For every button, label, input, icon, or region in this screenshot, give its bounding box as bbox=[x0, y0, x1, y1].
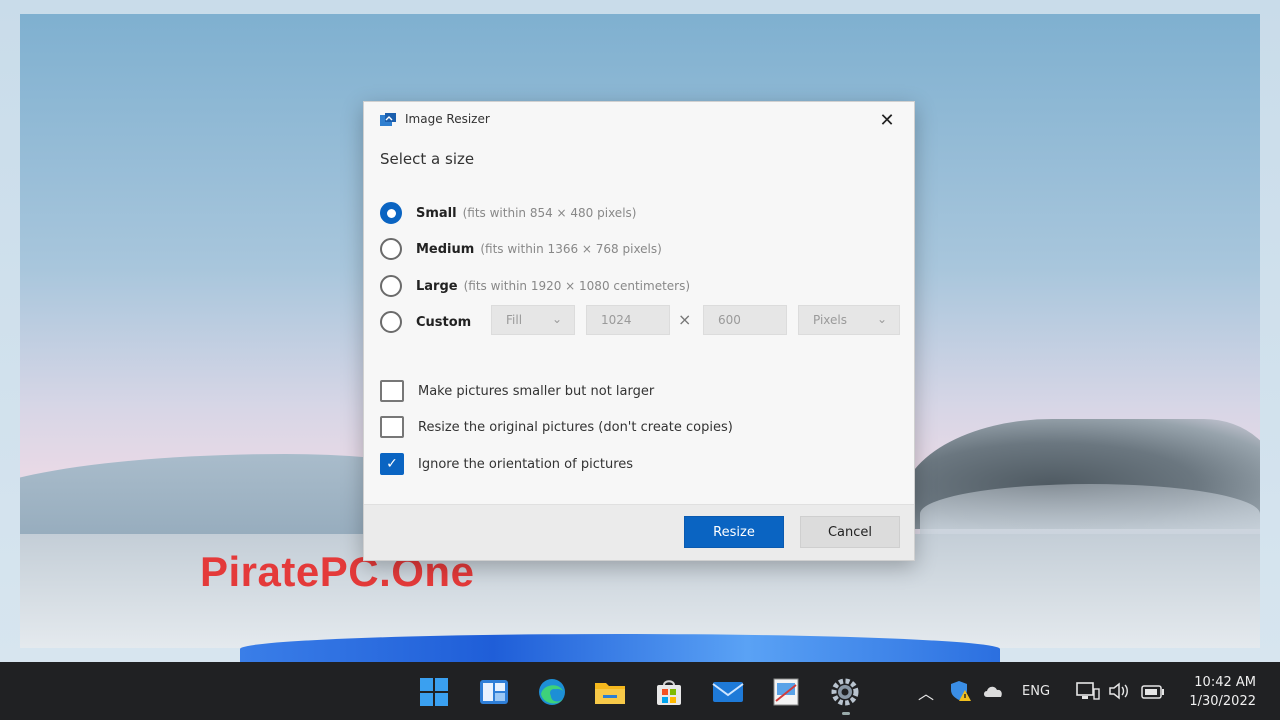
size-desc: (fits within 1920 × 1080 centimeters) bbox=[463, 279, 691, 293]
screenshot-frame: PiratePC.One Image Resizer ✕ Select a si… bbox=[0, 0, 1280, 664]
option-label: Resize the original pictures (don't crea… bbox=[418, 419, 733, 435]
image-resizer-app-icon bbox=[380, 113, 396, 126]
settings-gear-icon[interactable] bbox=[829, 676, 861, 708]
select-size-heading: Select a size bbox=[380, 150, 475, 168]
radio-small[interactable] bbox=[380, 202, 402, 224]
custom-width-input[interactable]: 1024 bbox=[586, 305, 670, 335]
size-desc: (fits within 854 × 480 pixels) bbox=[462, 206, 637, 220]
taskbar: ︿ ENG 10:42 AM 1/30/2022 bbox=[0, 662, 1280, 720]
image-editor-icon[interactable] bbox=[770, 676, 802, 708]
windows-start-icon[interactable] bbox=[418, 676, 450, 708]
resize-button[interactable]: Resize bbox=[684, 516, 784, 548]
option-label: Make pictures smaller but not larger bbox=[418, 383, 655, 399]
image-resizer-dialog: Image Resizer ✕ Select a size Small (fit… bbox=[363, 101, 915, 561]
widgets-icon[interactable] bbox=[478, 676, 510, 708]
clock-time: 10:42 AM bbox=[1194, 675, 1256, 690]
file-explorer-icon[interactable] bbox=[594, 676, 626, 708]
unit-dropdown[interactable]: Pixels ⌄ bbox=[798, 305, 900, 335]
cancel-button[interactable]: Cancel bbox=[800, 516, 900, 548]
option-resize-original[interactable]: Resize the original pictures (don't crea… bbox=[380, 415, 733, 439]
battery-icon[interactable] bbox=[1141, 684, 1165, 703]
times-symbol: × bbox=[678, 310, 692, 329]
radio-medium[interactable] bbox=[380, 238, 402, 260]
checkbox-ignore-orientation[interactable]: ✓ bbox=[380, 453, 404, 475]
size-name: Large bbox=[416, 278, 458, 294]
microsoft-store-icon[interactable] bbox=[653, 676, 685, 708]
size-option-large[interactable]: Large (fits within 1920 × 1080 centimete… bbox=[380, 274, 690, 298]
custom-height-input[interactable]: 600 bbox=[703, 305, 787, 335]
option-ignore-orientation[interactable]: ✓ Ignore the orientation of pictures bbox=[380, 452, 633, 476]
chevron-down-icon: ⌄ bbox=[876, 312, 887, 326]
size-option-medium[interactable]: Medium (fits within 1366 × 768 pixels) bbox=[380, 237, 662, 261]
radio-custom[interactable] bbox=[380, 311, 402, 333]
fit-mode-dropdown[interactable]: Fill ⌄ bbox=[491, 305, 575, 335]
active-app-indicator bbox=[842, 712, 850, 715]
size-name: Custom bbox=[416, 314, 472, 330]
dialog-title: Image Resizer bbox=[405, 112, 490, 126]
dialog-footer: Resize Cancel bbox=[364, 504, 914, 560]
onedrive-cloud-icon[interactable] bbox=[982, 683, 1004, 702]
checkbox-resize-original[interactable] bbox=[380, 416, 404, 438]
edge-browser-icon[interactable] bbox=[536, 676, 568, 708]
size-name: Medium bbox=[416, 241, 475, 257]
fit-mode-value: Fill bbox=[506, 313, 523, 327]
defender-warning-icon[interactable] bbox=[950, 680, 972, 706]
radio-large[interactable] bbox=[380, 275, 402, 297]
option-label: Ignore the orientation of pictures bbox=[418, 456, 634, 472]
checkbox-smaller-not-larger[interactable] bbox=[380, 380, 404, 402]
size-name: Small bbox=[416, 205, 457, 221]
clock-date: 1/30/2022 bbox=[1189, 694, 1256, 709]
chevron-down-icon: ⌄ bbox=[551, 312, 562, 326]
system-clock[interactable]: 10:42 AM 1/30/2022 bbox=[1189, 673, 1256, 711]
close-icon: ✕ bbox=[879, 109, 895, 131]
size-option-custom[interactable]: Custom bbox=[380, 310, 477, 334]
close-button[interactable]: ✕ bbox=[874, 108, 900, 132]
wallpaper-bloom bbox=[240, 634, 1000, 664]
custom-width-value: 1024 bbox=[601, 313, 632, 327]
volume-icon[interactable] bbox=[1108, 682, 1130, 704]
option-smaller-not-larger[interactable]: Make pictures smaller but not larger bbox=[380, 379, 654, 403]
unit-value: Pixels bbox=[813, 313, 848, 327]
dialog-titlebar: Image Resizer ✕ bbox=[364, 102, 914, 136]
mail-icon[interactable] bbox=[712, 676, 744, 708]
language-indicator[interactable]: ENG bbox=[1022, 684, 1050, 699]
size-desc: (fits within 1366 × 768 pixels) bbox=[480, 242, 662, 256]
network-icon[interactable] bbox=[1076, 681, 1100, 705]
size-option-small[interactable]: Small (fits within 854 × 480 pixels) bbox=[380, 201, 636, 225]
checkmark-icon: ✓ bbox=[386, 456, 398, 472]
custom-height-value: 600 bbox=[718, 313, 741, 327]
chevron-up-icon[interactable]: ︿ bbox=[918, 680, 934, 704]
